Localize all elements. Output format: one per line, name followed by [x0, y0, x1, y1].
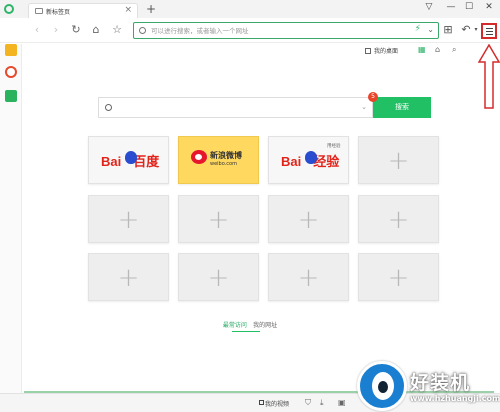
title-bar: 新标签页 × + ▽ — ☐ ✕ — [0, 0, 500, 18]
baidu-paw-icon — [125, 151, 137, 164]
plus-icon: + — [387, 146, 410, 176]
tile-add[interactable]: + — [178, 195, 259, 243]
search-button[interactable]: 搜索 — [373, 97, 431, 118]
tile-add[interactable]: + — [88, 195, 169, 243]
maximize-button[interactable]: ☐ — [462, 2, 476, 12]
tab-title: 新标签页 — [46, 9, 71, 16]
watermark-text: 好装机 — [410, 372, 471, 394]
home-icon[interactable]: ⌂ — [435, 45, 440, 54]
plus-icon: + — [207, 263, 230, 293]
tab-frequent[interactable]: 最常访问 — [223, 322, 247, 329]
page-icon — [35, 8, 43, 14]
my-desktop-link[interactable]: 我的桌面 — [374, 46, 398, 55]
chevron-down-icon[interactable]: ⌄ — [427, 25, 434, 34]
reload-button[interactable]: ↻ — [69, 23, 83, 36]
left-sidebar — [0, 44, 22, 399]
engine-chevron-down-icon[interactable]: ⌄ — [361, 103, 367, 111]
search-box[interactable]: ⌄ — [98, 97, 373, 118]
tile-baidu[interactable]: Bai 百度 — [88, 136, 169, 184]
plus-icon: + — [207, 205, 230, 235]
close-window-button[interactable]: ✕ — [482, 2, 496, 12]
address-bar[interactable]: ⚡ ⌄ — [133, 22, 439, 39]
tile-baidu-jingyan[interactable]: Bai 经验 用经验 — [268, 136, 349, 184]
tile-add[interactable]: + — [268, 195, 349, 243]
tab-my-sites[interactable]: 我的网址 — [253, 322, 277, 329]
browser-logo-icon — [4, 4, 14, 14]
tile-add[interactable]: + — [88, 253, 169, 301]
apps-grid-icon[interactable]: ⊞ — [441, 23, 455, 36]
tile-add[interactable]: + — [358, 195, 439, 243]
tab-close-icon[interactable]: × — [124, 5, 132, 15]
my-video-link[interactable]: 我的视频 — [265, 399, 289, 408]
shield-icon[interactable]: ⛉ — [305, 398, 311, 408]
speed-mode-icon[interactable]: ⚡ — [415, 24, 421, 34]
minimize-button[interactable]: — — [444, 2, 458, 12]
weibo-icon[interactable] — [5, 66, 17, 78]
weibo-title: 新浪微博 — [210, 151, 242, 160]
search-icon — [105, 104, 112, 111]
grid-view-icon[interactable]: ▦ — [418, 45, 426, 54]
plus-icon: + — [387, 263, 410, 293]
tile-weibo[interactable]: 新浪微博 weibo.com — [178, 136, 259, 184]
tile-add[interactable]: + — [358, 136, 439, 184]
back-button[interactable]: ‹ — [30, 23, 44, 36]
search-icon — [139, 27, 146, 34]
favorite-star-icon[interactable]: ☆ — [110, 23, 124, 36]
notification-badge: 5 — [368, 92, 378, 102]
plus-icon: + — [297, 205, 320, 235]
tile-add[interactable]: + — [178, 253, 259, 301]
watermark-url: www.hzhuangji.com — [410, 394, 500, 403]
desktop-grid-icon — [365, 48, 371, 54]
plus-icon: + — [297, 263, 320, 293]
address-input[interactable] — [151, 24, 391, 37]
weibo-domain: weibo.com — [210, 161, 237, 167]
plus-icon: + — [117, 263, 140, 293]
weibo-logo-icon — [191, 150, 207, 164]
annotation-arrow — [478, 44, 500, 109]
video-icon — [259, 400, 264, 405]
tile-add[interactable]: + — [268, 253, 349, 301]
page-toolbar: 我的桌面 ▦ ⌂ ⌕ — [0, 44, 500, 58]
watermark-logo — [357, 361, 407, 411]
skin-icon[interactable]: ▽ — [422, 2, 436, 12]
tile-add[interactable]: + — [358, 253, 439, 301]
active-tab-indicator — [232, 331, 260, 332]
plus-icon: + — [387, 205, 410, 235]
reader-icon[interactable] — [5, 90, 17, 102]
tab-new-tab[interactable]: 新标签页 × — [28, 3, 138, 18]
capture-icon[interactable]: ▣ — [338, 398, 346, 407]
baidu-paw-icon — [305, 151, 317, 164]
bottom-tabs: 最常访问 我的网址 — [0, 320, 500, 329]
new-tab-button[interactable]: + — [146, 2, 156, 16]
navigation-bar: ‹ › ↻ ⌂ ☆ ⚡ ⌄ ⊞ ↶ ▾ — [0, 18, 500, 43]
search-icon[interactable]: ⌕ — [452, 45, 456, 55]
forward-button[interactable]: › — [49, 23, 63, 36]
main-menu-button[interactable] — [481, 23, 497, 39]
download-icon[interactable]: ⤓ — [320, 398, 324, 408]
jingyan-tag: 用经验 — [327, 144, 341, 149]
plus-icon: + — [117, 205, 140, 235]
home-button[interactable]: ⌂ — [89, 23, 103, 36]
menu-icon — [486, 28, 493, 29]
